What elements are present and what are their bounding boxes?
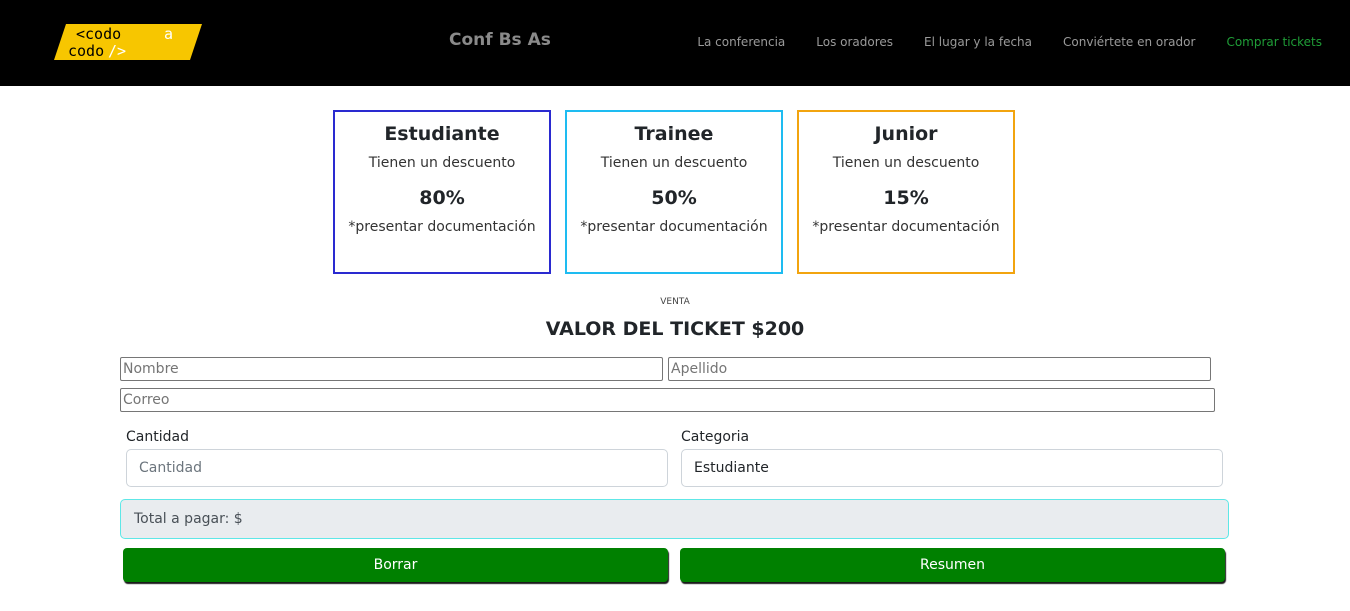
card-title: Estudiante [384, 123, 500, 145]
nav-link-la-conferencia[interactable]: La conferencia [697, 35, 785, 49]
svg-text:<codo: <codo [76, 25, 121, 43]
resumen-button[interactable]: Resumen [680, 548, 1225, 582]
card-trainee: Trainee Tienen un descuento 50% *present… [565, 110, 783, 274]
nav-links: La conferencia Los oradores El lugar y l… [666, 35, 1322, 49]
card-estudiante: Estudiante Tienen un descuento 80% *pres… [333, 110, 551, 274]
card-subtitle: Tienen un descuento [368, 155, 516, 171]
brand-title[interactable]: Conf Bs As [449, 30, 551, 50]
total-text: Total a pagar: $ [134, 511, 243, 527]
ticket-price-title: VALOR DEL TICKET $200 [545, 318, 805, 340]
card-title: Trainee [634, 123, 714, 145]
svg-text:a: a [164, 25, 173, 43]
nav-link-el-lugar-y-la-fecha[interactable]: El lugar y la fecha [924, 35, 1032, 49]
apellido-input[interactable] [668, 357, 1211, 381]
cantidad-label: Cantidad [126, 429, 189, 445]
borrar-button[interactable]: Borrar [123, 548, 668, 582]
codoacodo-logo[interactable]: <codo a codo /> [54, 24, 202, 60]
nav-link-conviertete-en-orador[interactable]: Conviértete en orador [1063, 35, 1195, 49]
nombre-input[interactable] [120, 357, 663, 381]
card-note: *presentar documentación [580, 219, 768, 235]
card-subtitle: Tienen un descuento [832, 155, 980, 171]
card-discount: 50% [651, 187, 697, 209]
sale-overline: VENTA [660, 297, 690, 307]
card-note: *presentar documentación [812, 219, 1000, 235]
card-discount: 80% [419, 187, 465, 209]
card-note: *presentar documentación [348, 219, 536, 235]
categoria-selected-value: Estudiante [694, 460, 769, 476]
total-a-pagar: Total a pagar: $ [120, 499, 1229, 539]
discount-cards: Estudiante Tienen un descuento 80% *pres… [333, 110, 1015, 274]
nav-link-comprar-tickets[interactable]: Comprar tickets [1226, 35, 1322, 49]
logo-image: <codo a codo /> [54, 24, 202, 60]
svg-text:codo: codo [68, 42, 104, 60]
correo-input[interactable] [120, 388, 1215, 412]
card-title: Junior [874, 123, 938, 145]
nav-link-los-oradores[interactable]: Los oradores [816, 35, 893, 49]
card-junior: Junior Tienen un descuento 15% *presenta… [797, 110, 1015, 274]
card-discount: 15% [883, 187, 929, 209]
svg-text:/>: /> [108, 42, 126, 60]
categoria-label: Categoria [681, 429, 750, 445]
cantidad-input[interactable] [126, 449, 668, 487]
categoria-select[interactable]: Estudiante [681, 449, 1223, 487]
navbar: <codo a codo /> Conf Bs As La conferenci… [0, 0, 1350, 86]
card-subtitle: Tienen un descuento [600, 155, 748, 171]
